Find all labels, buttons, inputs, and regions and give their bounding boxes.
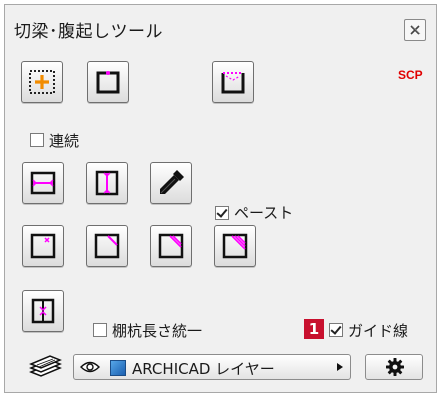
scp-label: SCP	[398, 68, 423, 82]
settings-button[interactable]	[365, 354, 423, 380]
title-bar: 切梁･腹起しツール	[5, 5, 436, 51]
dropdown-arrow-icon	[336, 362, 344, 372]
eyedropper-button[interactable]	[150, 162, 192, 204]
add-frame-icon	[29, 70, 55, 94]
continuous-checkbox[interactable]	[30, 133, 44, 147]
unify-length-checkbox[interactable]	[93, 323, 107, 337]
tool-palette: 切梁･腹起しツール SCP 連続 ペースト 棚杭長さ統一 1 ガイド線 ARCH…	[4, 4, 437, 393]
rectangle-frame-button[interactable]	[87, 61, 129, 103]
corner-double-diagonal-icon	[158, 233, 184, 259]
vertical-brace-icon	[95, 170, 119, 196]
close-button[interactable]	[404, 19, 426, 41]
unify-length-label: 棚杭長さ統一	[112, 322, 203, 340]
rectangle-frame-icon	[96, 71, 120, 94]
top-dotted-frame-icon	[221, 72, 245, 94]
split-post-button[interactable]	[22, 290, 64, 332]
add-frame-button[interactable]	[21, 61, 63, 103]
corner-triple-diagonal-button[interactable]	[214, 225, 256, 267]
window-title: 切梁･腹起しツール	[14, 22, 163, 42]
corner-diagonal-icon	[94, 233, 120, 259]
annotation-marker: 1	[304, 319, 324, 339]
layer-color-icon	[110, 360, 126, 376]
gear-icon	[385, 357, 405, 377]
split-post-icon	[31, 298, 55, 324]
horizontal-brace-icon	[30, 171, 56, 195]
layer-name: ARCHICAD レイヤー	[132, 360, 275, 378]
paste-label: ペースト	[234, 204, 294, 222]
corner-double-diagonal-button[interactable]	[150, 225, 192, 267]
guide-line-checkbox[interactable]	[329, 323, 343, 337]
corner-x-button[interactable]	[22, 225, 64, 267]
horizontal-brace-button[interactable]	[22, 162, 64, 204]
corner-triple-diagonal-icon	[222, 233, 248, 259]
corner-diagonal-button[interactable]	[86, 225, 128, 267]
continuous-label: 連続	[49, 132, 80, 150]
paste-checkbox[interactable]	[215, 206, 229, 220]
eyedropper-icon	[160, 170, 184, 194]
layer-dropdown[interactable]: ARCHICAD レイヤー	[73, 354, 351, 380]
layers-icon	[27, 355, 63, 379]
top-dotted-frame-button[interactable]	[212, 61, 254, 103]
vertical-brace-button[interactable]	[86, 162, 128, 204]
close-icon	[410, 25, 421, 35]
eye-icon	[80, 359, 100, 375]
guide-line-label: ガイド線	[348, 322, 409, 340]
corner-x-icon	[30, 233, 56, 259]
